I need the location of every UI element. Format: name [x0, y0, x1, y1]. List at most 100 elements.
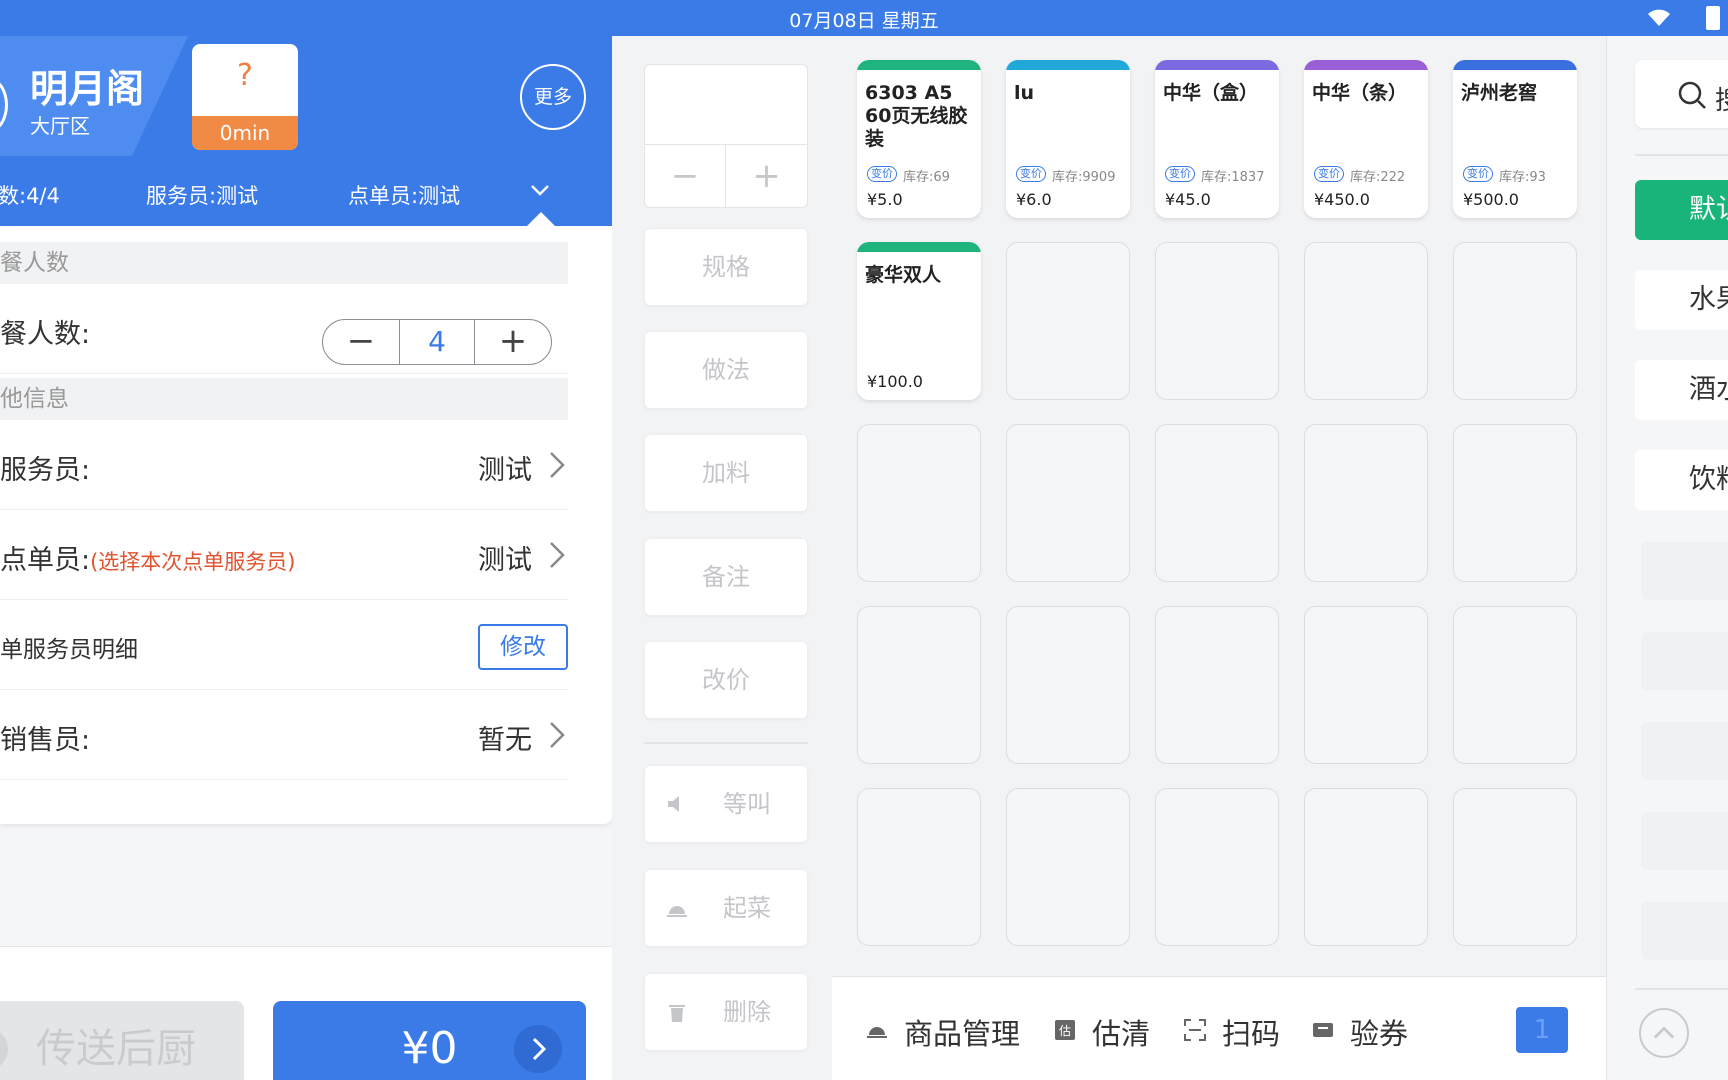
spec-button[interactable]: 规格	[644, 228, 808, 306]
product-card[interactable]: 豪华双人 ¥100.0	[857, 242, 981, 400]
remark-button[interactable]: 备注	[644, 538, 808, 616]
section-other-info: 他信息	[0, 378, 568, 420]
product-name: 中华（条）	[1312, 82, 1408, 104]
empty-product-slot	[857, 606, 981, 764]
send-kitchen-button[interactable]: 传送后厨	[0, 1001, 244, 1080]
reprice-button[interactable]: 改价	[644, 641, 808, 719]
category-fruit[interactable]: 水果	[1635, 270, 1728, 330]
product-card[interactable]: lu 变价 库存:9909 ¥6.0	[1006, 60, 1130, 218]
product-name: 6303 A5 60页无线胶装	[865, 82, 968, 150]
cloche-icon	[867, 1027, 887, 1038]
svg-text:估: 估	[1059, 1024, 1071, 1038]
diners-count-input[interactable]: 4	[399, 320, 475, 364]
quantity-minus-button[interactable]: −	[645, 145, 726, 207]
method-button[interactable]: 做法	[644, 331, 808, 409]
waiter-detail-row: 单服务员明细 修改	[0, 600, 568, 690]
product-card[interactable]: 中华（条） 变价 库存:222 ¥450.0	[1304, 60, 1428, 218]
chevron-down-icon[interactable]	[528, 178, 552, 202]
scroll-up-icon[interactable]	[1639, 1008, 1689, 1058]
quantity-plus-button[interactable]: +	[726, 145, 807, 207]
search-button[interactable]: 搜	[1635, 60, 1728, 128]
empty-product-slot	[857, 424, 981, 582]
empty-product-slot	[1006, 606, 1130, 764]
chevron-right-icon	[550, 542, 565, 568]
waiter-value: 测试	[478, 455, 532, 486]
serve-label: 起菜	[723, 894, 771, 922]
serve-button[interactable]: 起菜	[644, 869, 808, 947]
hold-label: 等叫	[723, 790, 771, 818]
category-drinks[interactable]: 酒水饮	[1635, 360, 1728, 420]
empty-product-slot	[1304, 606, 1428, 764]
area-name: 大厅区	[30, 114, 90, 138]
empty-product-slot	[1006, 788, 1130, 946]
waiter-row[interactable]: 服务员: 测试	[0, 420, 568, 510]
orderer-row[interactable]: 点单员:(选择本次点单服务员) 测试	[0, 510, 568, 600]
product-price: ¥500.0	[1463, 190, 1519, 209]
diners-plus-button[interactable]: +	[475, 320, 551, 364]
timer-symbol: ?	[237, 58, 253, 93]
battery-icon	[1706, 6, 1720, 30]
product-name: 豪华双人	[865, 264, 942, 286]
soldout-icon: 估	[1055, 1020, 1075, 1040]
orderer-value: 测试	[478, 545, 532, 576]
order-footer: 传送后厨 ¥0	[0, 946, 612, 1080]
category-empty-slot	[1641, 632, 1728, 690]
waiter-summary: 服务员:测试	[146, 184, 259, 208]
waiter-detail-label: 单服务员明细	[0, 637, 138, 663]
status-date: 07月08日 星期五	[789, 10, 939, 32]
empty-product-slot	[1006, 424, 1130, 582]
delete-button[interactable]: 删除	[644, 973, 808, 1051]
sales-row[interactable]: 销售员: 暂无	[0, 690, 568, 780]
category-divider	[1635, 988, 1728, 990]
empty-product-slot	[1453, 424, 1577, 582]
sales-value: 暂无	[478, 725, 532, 756]
timer-card[interactable]: ? 0min	[192, 44, 298, 150]
chevron-right-icon	[514, 1025, 562, 1073]
orderer-label-text: 点单员:	[0, 545, 91, 576]
order-panel: 明月阁 大厅区 ? 0min 更多 数:4/4 服务员:测试 点单员:测试 餐人…	[0, 36, 612, 1080]
modify-button[interactable]: 修改	[478, 624, 568, 670]
product-grid: 6303 A5 60页无线胶装 变价 库存:69 ¥5.0 lu 变价 库存:9909 ¥6.…	[832, 36, 1606, 976]
addon-button[interactable]: 加料	[644, 434, 808, 512]
product-stock: 库存:222	[1350, 170, 1406, 185]
orderer-label: 点单员:(选择本次点单服务员)	[0, 538, 296, 577]
table-name: 明月阁	[30, 67, 145, 111]
product-color-bar	[1155, 60, 1279, 70]
diners-minus-button[interactable]: −	[323, 320, 399, 364]
category-empty-slot	[1641, 542, 1728, 600]
diners-row: 餐人数: − 4 +	[0, 284, 568, 374]
page-indicator[interactable]: 1	[1516, 1007, 1568, 1053]
search-label: 搜	[1715, 80, 1728, 117]
voucher-label: 验券	[1350, 1017, 1409, 1051]
order-info-form: 餐人数 餐人数: − 4 + 他信息 服务员: 测试 点单员:(选择本次点单服务…	[0, 226, 612, 824]
empty-product-slot	[1453, 606, 1577, 764]
product-card[interactable]: 中华（盒） 变价 库存:1837 ¥45.0	[1155, 60, 1279, 218]
product-stock: 库存:1837	[1201, 170, 1265, 185]
orderer-summary: 点单员:测试	[348, 184, 461, 208]
product-name: 泸州老窖	[1461, 82, 1538, 104]
product-price: ¥5.0	[867, 190, 903, 209]
quantity-display	[645, 65, 807, 145]
variable-price-badge: 变价	[1165, 166, 1195, 182]
category-beverage[interactable]: 饮料	[1635, 450, 1728, 510]
hold-button[interactable]: 等叫	[644, 765, 808, 843]
variable-price-badge: 变价	[1463, 166, 1493, 182]
product-card[interactable]: 6303 A5 60页无线胶装 变价 库存:69 ¥5.0	[857, 60, 981, 218]
empty-product-slot	[1304, 424, 1428, 582]
quantity-stepper: − +	[644, 64, 808, 208]
voucher-icon	[1313, 1023, 1333, 1037]
delete-label: 删除	[723, 998, 771, 1026]
chevron-right-icon	[550, 722, 565, 748]
order-header: 明月阁 大厅区 ? 0min 更多 数:4/4 服务员:测试 点单员:测试	[0, 36, 612, 226]
empty-product-slot	[857, 788, 981, 946]
more-button[interactable]: 更多	[520, 64, 586, 130]
checkout-button[interactable]: ¥0	[273, 1001, 586, 1080]
diners-stepper: − 4 +	[322, 319, 552, 365]
section-diners: 餐人数	[0, 242, 568, 284]
category-default[interactable]: 默认	[1635, 180, 1728, 240]
empty-product-slot	[1453, 242, 1577, 400]
product-card[interactable]: 泸州老窖 变价 库存:93 ¥500.0	[1453, 60, 1577, 218]
product-name: lu	[1014, 82, 1035, 104]
scan-icon	[1184, 1019, 1206, 1041]
category-divider	[1635, 154, 1728, 156]
